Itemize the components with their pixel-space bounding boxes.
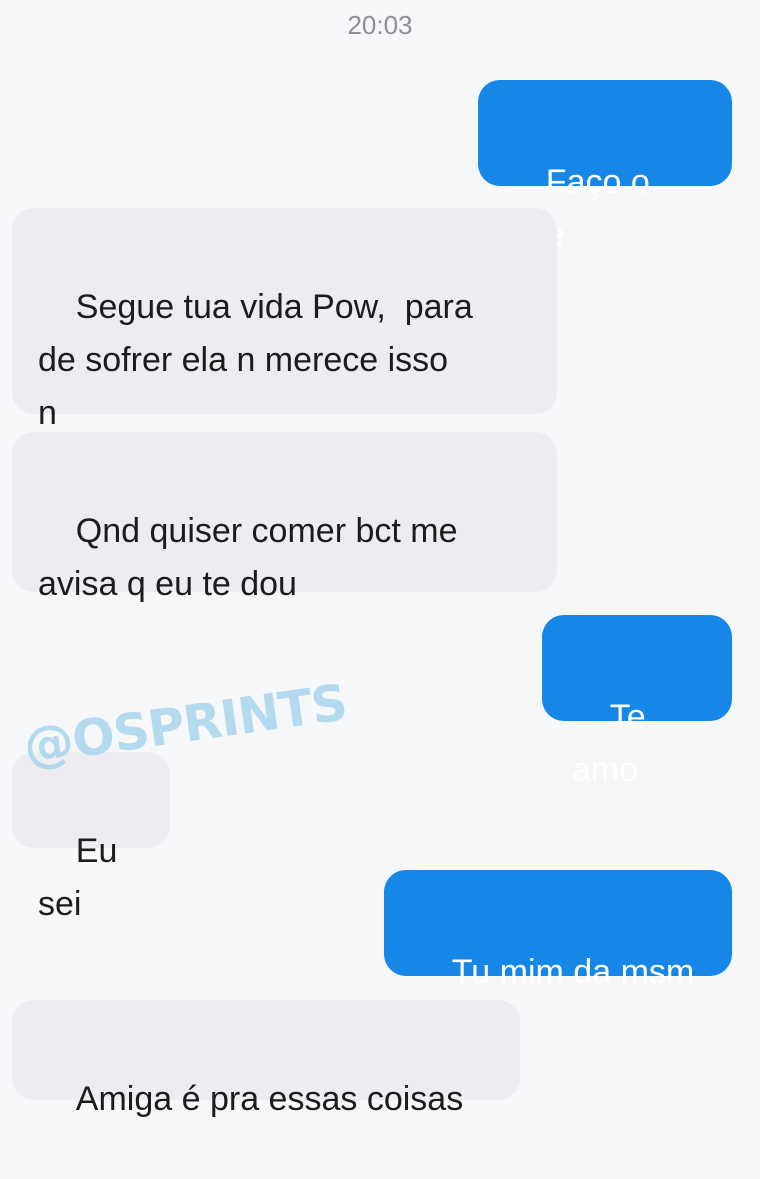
message-bubble-received[interactable]: Qnd quiser comer bct me avisa q eu te do… <box>12 432 557 603</box>
message-bubble-sent[interactable]: Faço o que <box>478 80 732 254</box>
message-timestamp: 20:03 <box>347 10 413 40</box>
message-text: Amiga é pra essas coisas <box>75 1080 464 1118</box>
message-bubble-sent[interactable]: Tu mim da msm <box>384 870 732 991</box>
message-text: Te amo <box>572 698 656 789</box>
message-bubble-received[interactable]: Amiga é pra essas coisas <box>12 1000 520 1118</box>
chat-thread[interactable]: 20:03 Faço o que Segue tua vida Pow, par… <box>0 0 760 1118</box>
message-text: Tu mim da msm <box>451 953 695 991</box>
message-bubble-sent[interactable]: Te amo <box>542 615 732 789</box>
message-bubble-received[interactable]: Segue tua vida Pow, para de sofrer ela n… <box>12 208 557 432</box>
message-text: Eu sei <box>38 832 127 923</box>
message-text: Segue tua vida Pow, para de sofrer ela n… <box>38 288 473 432</box>
message-bubble-received[interactable]: Eu sei <box>12 752 170 923</box>
message-text: Qnd quiser comer bct me avisa q eu te do… <box>38 512 458 603</box>
